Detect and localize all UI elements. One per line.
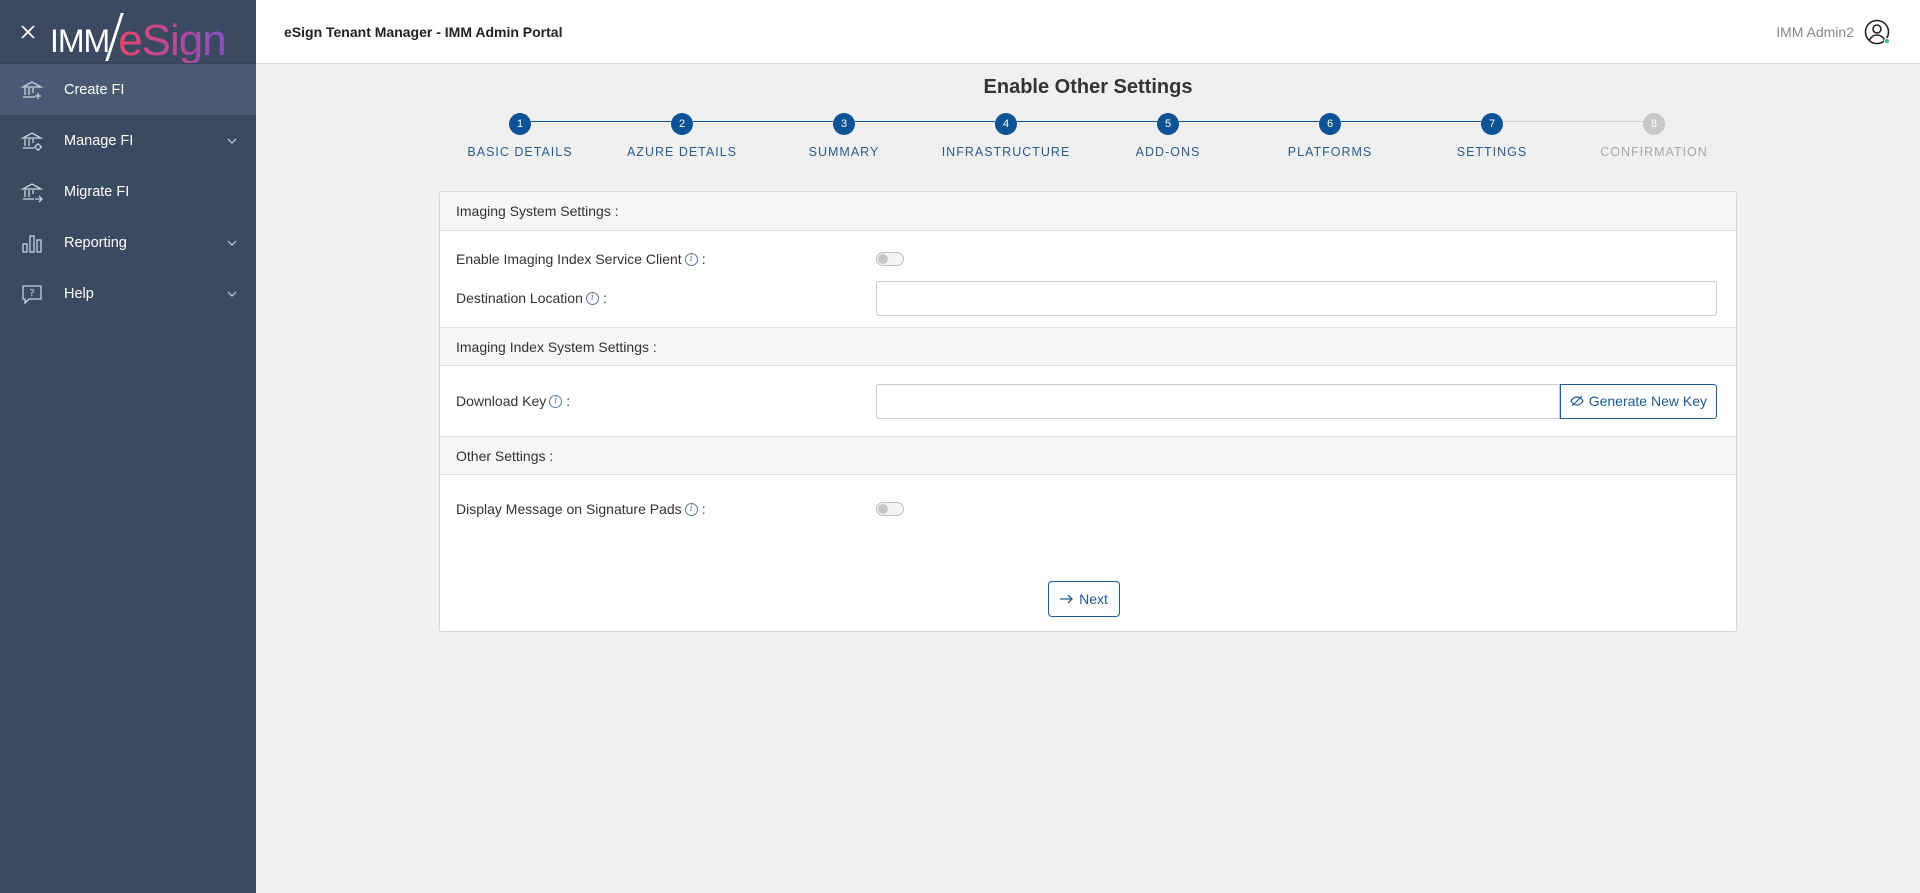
sidebar-item-label: Reporting [64,234,127,251]
logo-esign: eSign [118,15,227,65]
display-message-row: Display Message on Signature Pads i : [440,489,1736,529]
sidebar-item-help[interactable]: ? Help [0,268,256,319]
wizard-stepper: 1 BASIC DETAILS 2 AZURE DETAILS 3 SUMMARY 4 INF… [256,113,1920,173]
destination-location-row: Destination Location i : [440,279,1736,317]
step-label: PLATFORMS [1287,145,1373,159]
info-icon[interactable]: i [585,291,599,305]
label-colon: : [701,251,706,267]
stepper-step-3[interactable]: 3 SUMMARY [763,113,925,159]
section-header-imaging-system: Imaging System Settings : [440,192,1736,231]
step-number: 6 [1319,113,1341,135]
sidebar-item-label: Manage FI [64,132,134,149]
portal-title: eSign Tenant Manager - IMM Admin Portal [284,23,563,40]
sidebar: IMM eSign Create FI Manage FI Migrate FI… [0,0,256,893]
step-label: SUMMARY [808,145,880,159]
step-number: 8 [1643,113,1665,135]
destination-location-label: Destination Location i : [456,290,607,306]
main-content: Enable Other Settings 1 BASIC DETAILS 2 AZU… [256,64,1920,893]
download-key-input[interactable] [876,383,1560,419]
app-logo: IMM eSign [50,7,227,62]
eye-off-icon [1570,395,1584,407]
step-number: 5 [1157,113,1179,135]
field-label-text: Download Key [456,393,547,409]
stepper-step-5[interactable]: 5 ADD-ONS [1087,113,1249,159]
chevron-down-icon [227,291,237,297]
sidebar-item-label: Create FI [64,81,125,98]
sidebar-item-label: Help [64,285,94,302]
generate-new-key-button[interactable]: Generate New Key [1559,383,1717,419]
bank-add-icon [20,78,44,102]
user-name[interactable]: IMM Admin2 [1776,24,1854,40]
step-number: 3 [833,113,855,135]
display-message-toggle[interactable] [876,502,904,516]
enable-imaging-client-label: Enable Imaging Index Service Client i : [456,251,706,267]
download-key-group: Generate New Key [876,383,1717,419]
stepper-step-7[interactable]: 7 SETTINGS [1411,113,1573,159]
step-number: 4 [995,113,1017,135]
toggle-knob [878,254,888,264]
info-icon[interactable]: i [684,252,698,266]
page-title: Enable Other Settings [983,76,1193,98]
info-icon[interactable]: i [549,394,563,408]
step-number: 7 [1481,113,1503,135]
label-colon: : [602,290,607,306]
user-avatar-icon[interactable] [1864,19,1890,45]
field-label-text: Enable Imaging Index Service Client [456,251,682,267]
destination-location-input[interactable] [876,280,1717,316]
stepper-step-6[interactable]: 6 PLATFORMS [1249,113,1411,159]
help-icon: ? [20,282,44,306]
next-button-label: Next [1079,591,1108,607]
svg-text:?: ? [29,288,34,299]
chevron-down-icon [227,240,237,246]
sidebar-item-migrate-fi[interactable]: Migrate FI [0,166,256,217]
sidebar-item-label: Migrate FI [64,183,130,200]
download-key-label: Download Key i : [456,393,570,409]
step-label: BASIC DETAILS [467,145,573,159]
logo-imm: IMM [50,22,110,59]
download-key-row: Download Key i : Generate New Key [440,366,1736,436]
toggle-knob [878,504,888,514]
arrow-right-icon [1060,591,1074,607]
step-number: 2 [671,113,693,135]
step-label: CONFIRMATION [1600,145,1708,159]
generate-new-key-label: Generate New Key [1588,393,1707,409]
sidebar-item-reporting[interactable]: Reporting [0,217,256,268]
step-number: 1 [509,113,531,135]
online-status-dot [1884,37,1890,44]
next-button[interactable]: Next [1048,581,1120,617]
display-message-label: Display Message on Signature Pads i : [456,501,706,517]
step-label: INFRASTRUCTURE [941,145,1071,159]
label-colon: : [701,501,706,517]
sidebar-header: IMM eSign [0,0,256,64]
section-header-imaging-index: Imaging Index System Settings : [440,327,1736,366]
enable-imaging-client-toggle[interactable] [876,252,904,266]
bar-chart-icon [20,231,44,255]
stepper-step-1[interactable]: 1 BASIC DETAILS [439,113,601,159]
sidebar-item-create-fi[interactable]: Create FI [0,64,256,115]
top-bar: eSign Tenant Manager - IMM Admin Portal … [256,0,1920,64]
field-label-text: Display Message on Signature Pads [456,501,682,517]
bank-settings-icon [20,129,44,153]
stepper-step-2[interactable]: 2 AZURE DETAILS [601,113,763,159]
step-label: ADD-ONS [1135,145,1201,159]
step-label: AZURE DETAILS [626,145,737,159]
stepper-step-8[interactable]: 8 CONFIRMATION [1573,113,1735,159]
close-sidebar-button[interactable] [18,22,38,42]
section-header-other: Other Settings : [440,436,1736,475]
sidebar-item-manage-fi[interactable]: Manage FI [0,115,256,166]
field-label-text: Destination Location [456,290,583,306]
step-label: SETTINGS [1456,145,1528,159]
chevron-down-icon [227,138,237,144]
settings-card: Imaging System Settings : Enable Imaging… [439,191,1737,632]
label-colon: : [566,393,571,409]
bank-migrate-icon [20,180,44,204]
info-icon[interactable]: i [684,502,698,516]
enable-imaging-client-row: Enable Imaging Index Service Client i : [440,239,1736,279]
stepper-step-4[interactable]: 4 INFRASTRUCTURE [925,113,1087,159]
close-icon [21,24,35,39]
